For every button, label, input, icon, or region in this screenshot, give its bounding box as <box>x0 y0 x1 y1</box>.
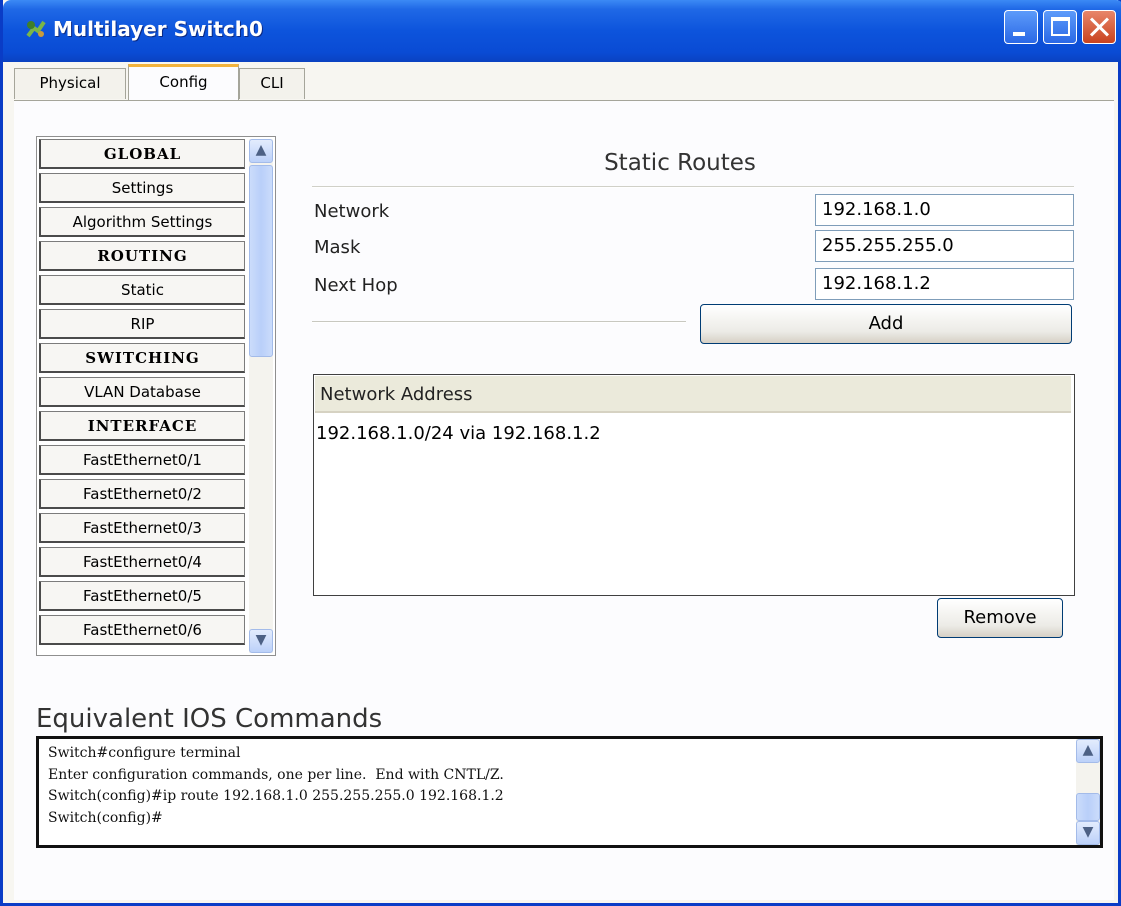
list-header: Network Address <box>315 376 1071 413</box>
nav-item-global[interactable]: GLOBAL <box>39 139 245 169</box>
network-label: Network <box>314 201 390 222</box>
nav-item-routing[interactable]: ROUTING <box>39 241 245 271</box>
tab-physical[interactable]: Physical <box>14 68 126 99</box>
add-button[interactable]: Add <box>700 304 1072 344</box>
static-routes-title: Static Routes <box>604 150 756 176</box>
title-divider <box>312 186 1074 188</box>
nav-scroll-thumb[interactable] <box>249 165 273 357</box>
console-line: Switch#configure terminal <box>48 745 241 761</box>
tab-divider <box>14 100 1114 101</box>
switch-icon <box>26 20 46 38</box>
console-scroll-thumb[interactable] <box>1076 793 1100 821</box>
nav-list: GLOBAL Settings Algorithm Settings ROUTI… <box>39 139 247 649</box>
console-scrollbar[interactable]: ▲ ▼ <box>1076 739 1100 845</box>
nav-item-settings[interactable]: Settings <box>39 173 245 203</box>
nav-item-fastethernet0-3[interactable]: FastEthernet0/3 <box>39 513 245 543</box>
window-title: Multilayer Switch0 <box>53 17 263 41</box>
list-item[interactable]: 192.168.1.0/24 via 192.168.1.2 <box>316 421 601 447</box>
nav-scrollbar[interactable]: ▲ ▼ <box>249 139 273 653</box>
nav-item-fastethernet0-5[interactable]: FastEthernet0/5 <box>39 581 245 611</box>
network-input[interactable]: 192.168.1.0 <box>815 194 1074 226</box>
minimize-button[interactable] <box>1004 10 1038 44</box>
mask-label: Mask <box>314 237 361 258</box>
chevron-down-icon[interactable]: ▼ <box>1076 821 1100 845</box>
nav-item-fastethernet0-6[interactable]: FastEthernet0/6 <box>39 615 245 645</box>
maximize-button[interactable] <box>1043 10 1077 44</box>
close-icon <box>1083 11 1115 43</box>
nav-item-fastethernet0-4[interactable]: FastEthernet0/4 <box>39 547 245 577</box>
remove-button[interactable]: Remove <box>937 598 1063 638</box>
console-line: Enter configuration commands, one per li… <box>48 766 504 783</box>
next-hop-label: Next Hop <box>314 275 398 296</box>
maximize-icon <box>1051 17 1070 36</box>
console-lines: Switch#configure terminal Enter configura… <box>48 743 1068 829</box>
next-hop-input[interactable]: 192.168.1.2 <box>815 268 1074 300</box>
chevron-down-icon[interactable]: ▼ <box>249 629 273 653</box>
nav-item-rip[interactable]: RIP <box>39 309 245 339</box>
mask-input[interactable]: 255.255.255.0 <box>815 230 1074 262</box>
nav-item-vlan-database[interactable]: VLAN Database <box>39 377 245 407</box>
console-line: Switch(config)# <box>48 809 163 826</box>
ios-commands-console[interactable]: Switch#configure terminal Enter configura… <box>36 736 1103 848</box>
nav-item-static[interactable]: Static <box>39 275 245 305</box>
network-address-list[interactable]: Network Address 192.168.1.0/24 via 192.1… <box>313 374 1075 596</box>
nav-item-fastethernet0-1[interactable]: FastEthernet0/1 <box>39 445 245 475</box>
add-divider <box>312 321 686 323</box>
minimize-icon <box>1013 32 1025 36</box>
tab-cli[interactable]: CLI <box>239 68 305 99</box>
close-button[interactable] <box>1082 10 1116 44</box>
ios-commands-title: Equivalent IOS Commands <box>36 704 383 734</box>
console-line: Switch(config)#ip route 192.168.1.0 255.… <box>48 788 504 804</box>
nav-item-switching[interactable]: SWITCHING <box>39 343 245 373</box>
chevron-up-icon[interactable]: ▲ <box>1076 739 1100 763</box>
nav-item-algorithm-settings[interactable]: Algorithm Settings <box>39 207 245 237</box>
nav-item-fastethernet0-2[interactable]: FastEthernet0/2 <box>39 479 245 509</box>
title-bar[interactable]: Multilayer Switch0 <box>3 0 1121 62</box>
chevron-up-icon[interactable]: ▲ <box>249 139 273 163</box>
tab-config[interactable]: Config <box>128 64 239 100</box>
nav-item-interface[interactable]: INTERFACE <box>39 411 245 441</box>
config-nav: GLOBAL Settings Algorithm Settings ROUTI… <box>36 136 276 656</box>
